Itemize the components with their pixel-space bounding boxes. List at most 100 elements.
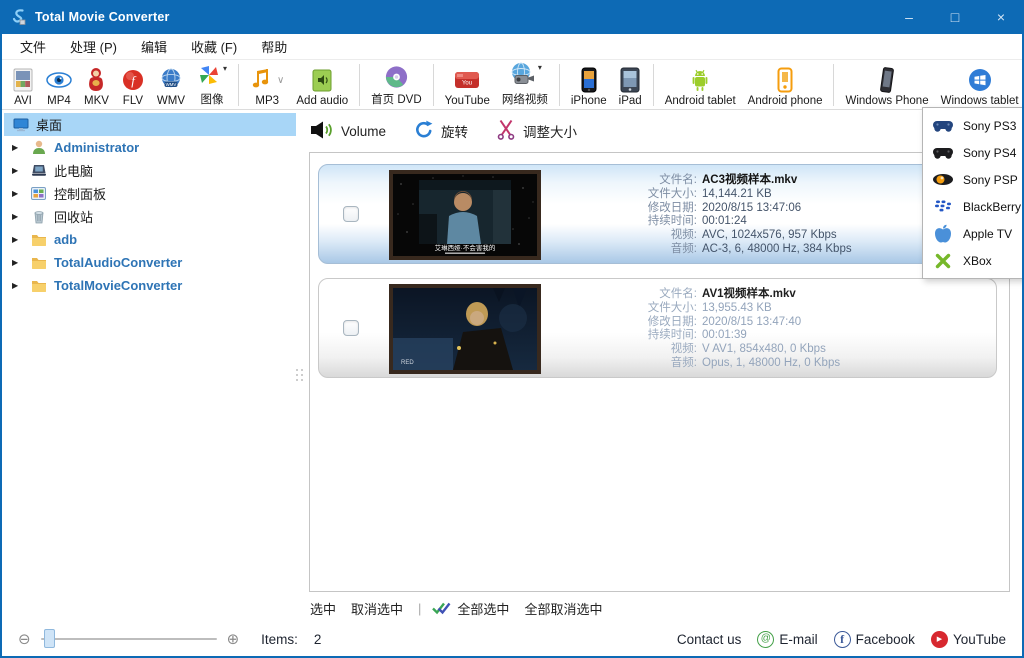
close-button[interactable]: × [978,0,1024,34]
computer-icon [30,164,47,177]
expand-arrow-icon[interactable]: ▶ [12,235,23,244]
folder-tree: 桌面 ▶ Administrator ▶ 此电脑 ▶ 控制面板 ▶ 回收站 ▶ … [4,113,296,593]
items-count-value: 2 [314,632,322,647]
blackberry-icon [932,200,954,213]
device-menu-label: Apple TV [963,227,1012,241]
toolbar-button-add-audio[interactable]: Add audio [290,62,354,108]
youtube-link[interactable]: ▶YouTube [931,631,1006,648]
expand-arrow-icon[interactable]: ▶ [12,281,23,290]
field-label: 文件名: [619,288,697,302]
toolbar-button-windows-tablet[interactable]: Windows tablet [935,62,1022,108]
file-item-1[interactable]: 艾琳西娅·不会害我的 文件名:AC3视频样本.mkv 文件大小:14,144.2… [318,164,997,264]
menu-item-favorites[interactable]: 收藏 (F) [179,34,249,59]
sidebar-item-adb[interactable]: ▶ adb [4,228,296,251]
toolbar-button-label: Windows Phone [845,95,928,107]
toolbar-button-image[interactable]: ▾ 图像 [191,62,233,108]
facebook-link[interactable]: fFacebook [834,631,915,648]
window-controls: – □ × [886,0,1024,34]
contact-us-link[interactable]: Contact us [677,632,742,647]
device-menu-label: BlackBerry [963,200,1021,214]
toolbar-button-mkv[interactable]: MKV [78,62,115,108]
sidebar-item-this-pc[interactable]: ▶ 此电脑 [4,159,296,182]
menu-item-blackberry[interactable]: BlackBerry [923,193,1024,220]
file-video-value: V AV1, 854x480, 0 Kbps [702,343,826,357]
file-checkbox[interactable] [343,206,359,222]
toolbar-button-iphone[interactable]: iPhone [565,62,613,108]
file-checkbox[interactable] [343,320,359,336]
toolbar-button-youtube[interactable]: You YouTube [439,62,496,108]
sidebar-item-control-panel[interactable]: ▶ 控制面板 [4,182,296,205]
title-bar: Total Movie Converter – □ × [0,0,1024,34]
toolbar-button-android-phone[interactable]: Android phone [742,62,829,108]
tree-item-label: 此电脑 [54,161,93,180]
svg-text:艾琳西娅·不会害我的: 艾琳西娅·不会害我的 [435,243,496,252]
expand-arrow-icon[interactable]: ▶ [12,166,23,175]
menu-item-sony-ps4[interactable]: Sony PS4 [923,139,1024,166]
select-all-button[interactable]: 全部选中 [457,599,509,618]
sidebar-item-desktop[interactable]: 桌面 [4,113,296,136]
format-toolbar: AVI MP4 MKV f FLV WMV WMV ▾ 图像 ∨ MP3 [2,61,1022,110]
apple-icon [932,224,954,244]
expand-arrow-icon[interactable]: ▶ [12,212,23,221]
toolbar-button-android-tablet[interactable]: Android tablet [659,62,742,108]
toolbar-button-windows-phone[interactable]: Windows Phone [839,62,934,108]
chevron-down-icon: ∨ [277,75,284,86]
deselect-button[interactable]: 取消选中 [351,599,403,618]
toolbar-button-mp3[interactable]: ∨ MP3 [244,62,290,108]
folder-icon [30,256,47,269]
pinwheel-icon [197,63,221,90]
toolbar-button-mp4[interactable]: MP4 [40,62,78,108]
expand-arrow-icon[interactable]: ▶ [12,143,23,152]
menu-item-xbox[interactable]: XBox [923,247,1024,274]
rotate-button[interactable]: 旋转 [414,120,468,143]
select-button[interactable]: 选中 [310,599,336,618]
minimize-button[interactable]: – [886,0,932,34]
menu-item-file[interactable]: 文件 [8,34,58,59]
sidebar-splitter[interactable] [295,366,304,384]
contact-us-label: Contact us [677,632,742,647]
android-robot-icon [689,66,711,94]
video-thumbnail[interactable]: 艾琳西娅·不会害我的 [389,170,541,260]
toolbar-button-wmv[interactable]: WMV WMV [151,62,191,108]
file-details: 文件名:AV1视频样本.mkv 文件大小:13,955.43 KB 修改日期:2… [619,288,840,371]
control-panel-icon [30,187,47,200]
zoom-out-button[interactable]: ⊖ [18,632,31,647]
sidebar-item-administrator[interactable]: ▶ Administrator [4,136,296,159]
recycle-bin-icon [30,210,47,224]
menu-item-edit[interactable]: 编辑 [129,34,179,59]
sidebar-item-totalmovieconverter[interactable]: ▶ TotalMovieConverter [4,274,296,297]
deselect-all-button[interactable]: 全部取消选中 [524,599,602,618]
expand-arrow-icon[interactable]: ▶ [12,258,23,267]
file-field-row: 视频:V AV1, 854x480, 0 Kbps [619,343,840,357]
menu-item-process[interactable]: 处理 (P) [58,34,129,59]
maximize-button[interactable]: □ [932,0,978,34]
device-menu-label: XBox [963,254,992,268]
toolbar-button-label: 首页 DVD [371,91,421,107]
zoom-slider-handle[interactable] [44,629,55,648]
toolbar-button-dvd[interactable]: 首页 DVD [365,62,427,108]
file-field-row: 音频:AC-3, 6, 48000 Hz, 384 Kbps [619,243,852,257]
zoom-slider-track[interactable] [41,638,217,640]
sidebar-item-totalaudioconverter[interactable]: ▶ TotalAudioConverter [4,251,296,274]
email-link[interactable]: @E-mail [757,631,817,648]
zoom-slider[interactable] [41,629,217,649]
toolbar-button-ipad[interactable]: iPad [613,62,648,108]
menu-item-apple-tv[interactable]: Apple TV [923,220,1024,247]
toolbar-button-web-video[interactable]: ▾ 网络视频 [496,62,554,108]
device-menu-label: Sony PS4 [963,146,1016,160]
expand-arrow-icon[interactable]: ▶ [12,189,23,198]
sidebar-item-recycle-bin[interactable]: ▶ 回收站 [4,205,296,228]
volume-button[interactable]: Volume [310,120,386,143]
toolbar-button-avi[interactable]: AVI [6,62,40,108]
video-thumbnail[interactable]: RED [389,284,541,374]
separator: | [418,601,421,616]
menu-item-sony-ps3[interactable]: Sony PS3 [923,112,1024,139]
toolbar-button-flv[interactable]: f FLV [115,62,151,108]
matryoshka-icon [87,66,105,94]
resize-button[interactable]: 调整大小 [496,119,577,143]
menu-item-help[interactable]: 帮助 [249,34,299,59]
file-item-2[interactable]: RED 文件名:AV1视频样本.mkv 文件大小:13,955.43 KB 修改… [318,278,997,378]
zoom-in-button[interactable]: ⊕ [227,632,240,647]
menu-item-sony-psp[interactable]: Sony PSP [923,166,1024,193]
field-label: 文件名: [619,174,697,188]
